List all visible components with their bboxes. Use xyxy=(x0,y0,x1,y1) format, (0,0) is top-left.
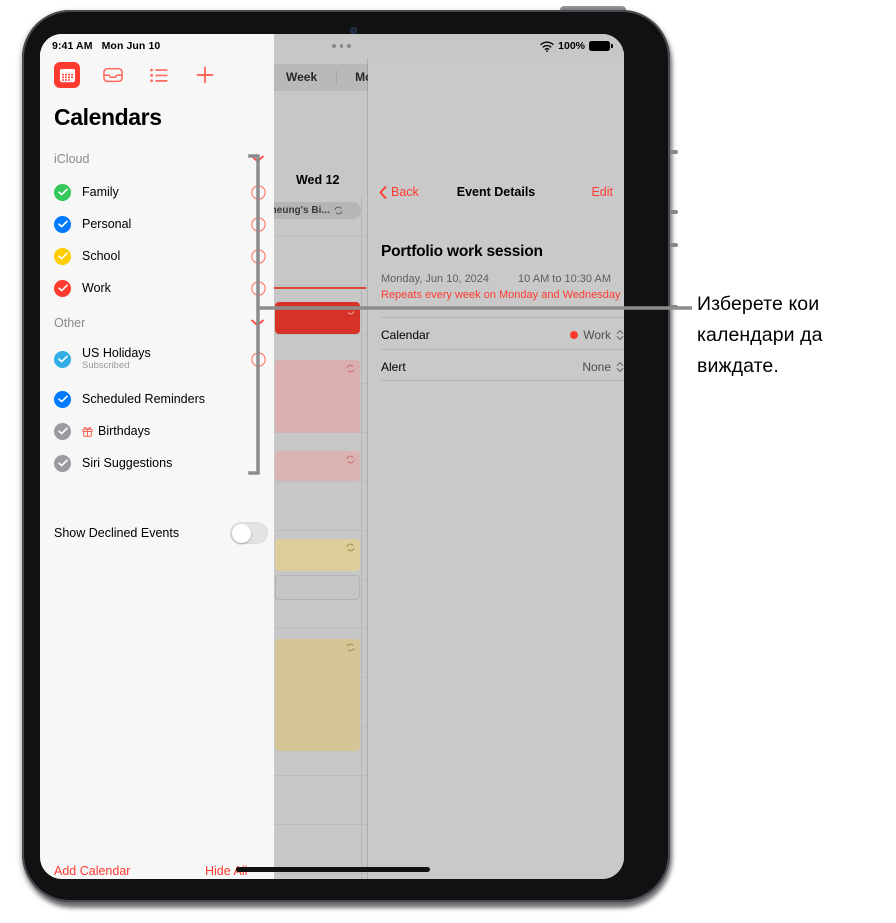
list-glyph xyxy=(150,68,168,82)
inbox-glyph xyxy=(103,67,123,83)
calendar-item-label: Work xyxy=(82,281,111,295)
calendar-item-work[interactable]: Work xyxy=(54,275,268,301)
repeat-icon xyxy=(346,643,355,652)
callout-text: Изберете кои календари да виждате. xyxy=(697,293,823,377)
section-label: Other xyxy=(54,316,86,330)
calendar-item-label: School xyxy=(82,249,121,263)
repeat-icon xyxy=(346,543,355,552)
calendar-item-label: Scheduled Reminders xyxy=(82,392,205,406)
home-indicator[interactable] xyxy=(236,867,430,872)
checkbox-checked-icon[interactable] xyxy=(54,215,71,233)
section-label: iCloud xyxy=(54,152,90,166)
event-block[interactable] xyxy=(275,639,360,751)
calendar-item-scheduled-reminders[interactable]: Scheduled Reminders xyxy=(54,386,268,412)
add-calendar-button[interactable]: Add Calendar xyxy=(54,864,130,878)
toggle-knob xyxy=(232,524,251,543)
calendar-item-texts: US Holidays Subscribed xyxy=(82,346,151,372)
plus-icon[interactable] xyxy=(192,62,218,88)
screenshot-root: Week Month Year Search Today Wed 12 xyxy=(0,0,896,923)
page-title: Calendars xyxy=(54,104,162,130)
list-icon[interactable] xyxy=(146,62,172,88)
view-option-week[interactable]: Week xyxy=(267,64,336,91)
checkbox-checked-icon[interactable] xyxy=(54,350,71,368)
calendar-icon[interactable] xyxy=(54,62,80,88)
show-declined-events-label: Show Declined Events xyxy=(54,526,180,540)
calendar-item-label: Birthdays xyxy=(98,424,151,438)
calendar-item-texts: Family xyxy=(82,185,119,199)
sidebar-toolbar xyxy=(54,62,218,88)
event-block[interactable] xyxy=(275,575,360,600)
calendar-item-us-holidays[interactable]: US Holidays Subscribed xyxy=(54,344,268,374)
checkbox-checked-icon[interactable] xyxy=(54,454,71,472)
calendar-item-texts: Personal xyxy=(82,217,131,231)
checkbox-checked-icon[interactable] xyxy=(54,279,71,297)
calendar-item-label: Siri Suggestions xyxy=(82,456,173,470)
calendar-item-label-wrap: Birthdays xyxy=(82,424,150,438)
calendar-item-birthdays[interactable]: Birthdays xyxy=(54,418,268,444)
checkbox-checked-icon[interactable] xyxy=(54,183,71,201)
calendar-item-texts: Siri Suggestions xyxy=(82,456,172,470)
show-declined-events-row[interactable]: Show Declined Events xyxy=(54,522,268,544)
checkbox-checked-icon[interactable] xyxy=(54,390,71,408)
calendar-item-label: Personal xyxy=(82,217,132,231)
calendar-item-label: US Holidays xyxy=(82,346,151,360)
gift-icon xyxy=(82,426,93,437)
callout-bracket xyxy=(248,154,692,475)
calendar-item-texts: School xyxy=(82,249,120,263)
calendar-item-personal[interactable]: Personal xyxy=(54,211,268,237)
calendar-glyph xyxy=(59,68,75,82)
show-declined-events-toggle[interactable] xyxy=(230,522,268,544)
checkbox-checked-icon[interactable] xyxy=(54,247,71,265)
front-camera-icon xyxy=(350,27,357,34)
section-header-icloud[interactable]: iCloud xyxy=(54,152,264,166)
calendar-item-subtitle: Subscribed xyxy=(82,360,130,371)
calendar-item-texts: Scheduled Reminders xyxy=(82,392,205,406)
calendars-sidebar: Calendars iCloud Family Personal School … xyxy=(40,34,274,879)
calendar-item-siri-suggestions[interactable]: Siri Suggestions xyxy=(54,450,268,476)
event-block[interactable] xyxy=(275,539,360,571)
section-header-other[interactable]: Other xyxy=(54,316,264,330)
calendar-item-texts: Birthdays xyxy=(82,424,150,438)
calendar-item-family[interactable]: Family xyxy=(54,179,268,205)
calendar-item-label: Family xyxy=(82,185,119,199)
inbox-icon[interactable] xyxy=(100,62,126,88)
plus-glyph xyxy=(196,66,214,84)
calendar-item-texts: Work xyxy=(82,281,111,295)
checkbox-checked-icon[interactable] xyxy=(54,422,71,440)
calendar-item-school[interactable]: School xyxy=(54,243,268,269)
